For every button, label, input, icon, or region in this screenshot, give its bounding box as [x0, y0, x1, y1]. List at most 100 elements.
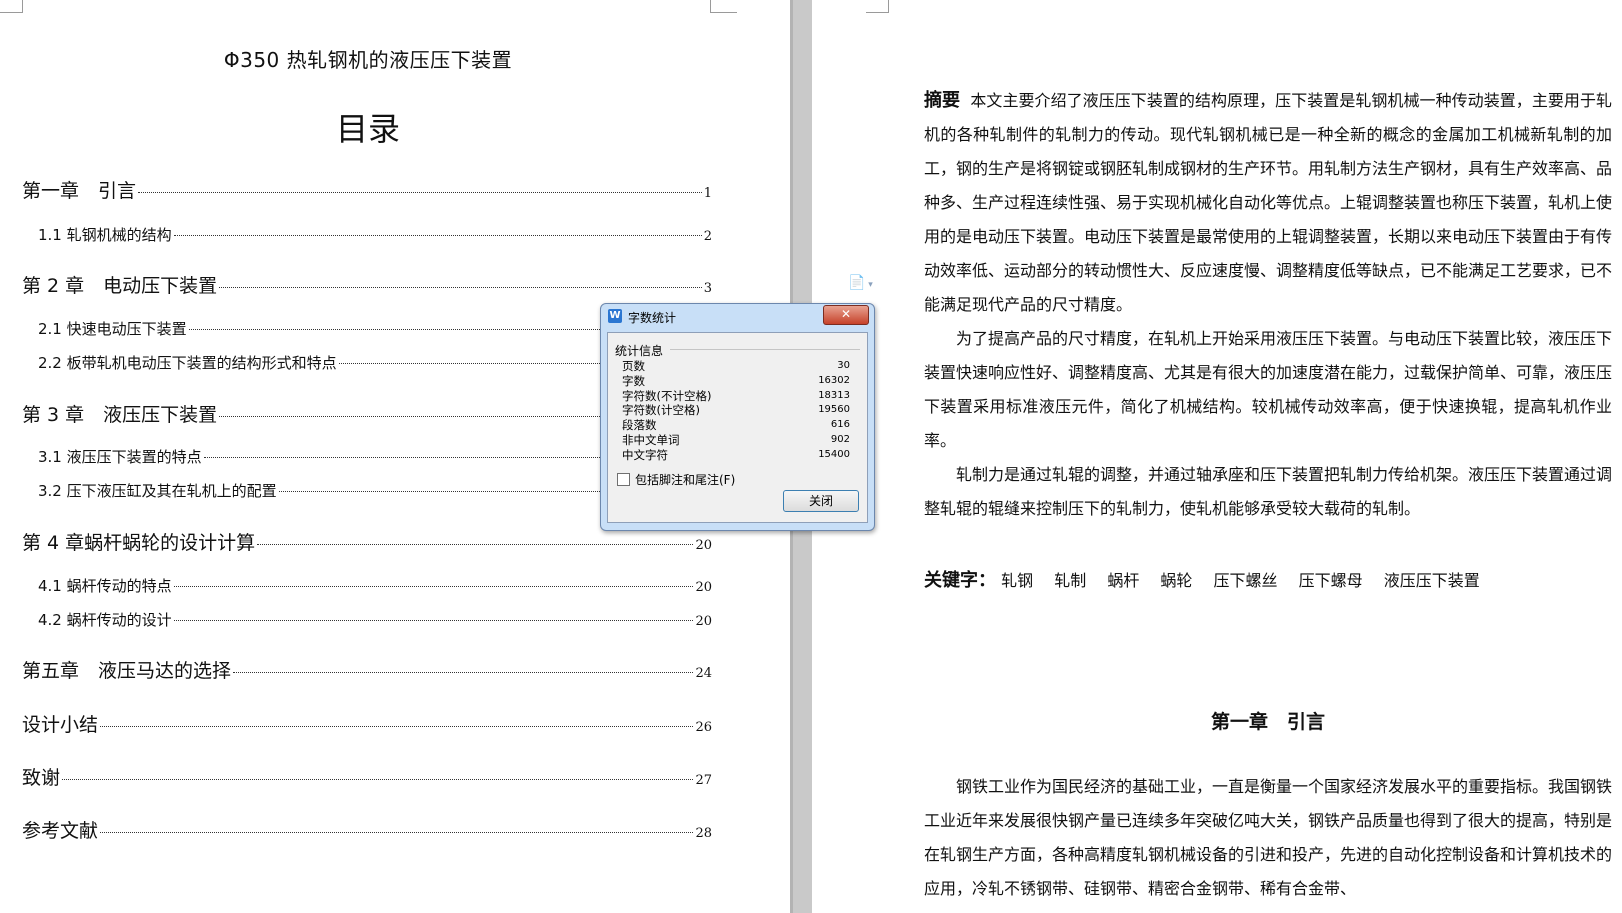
toc-entry-label: 3.2 压下液压缸及其在轧机上的配置	[38, 482, 277, 500]
keyword-term: 压下螺丝	[1213, 571, 1278, 590]
wps-writer-icon: W	[608, 309, 622, 323]
toc-entry[interactable]: 参考文献 28	[22, 816, 712, 843]
toc-entry-label: 第 2 章 电动压下装置	[22, 275, 218, 297]
toc-entry[interactable]: 1.1 轧钢机械的结构 2	[22, 224, 712, 245]
toc-entry[interactable]: 4.2 蜗杆传动的设计 20	[22, 609, 712, 630]
body-paragraph: 钢铁工业作为国民经济的基础工业，一直是衡量一个国家经济发展水平的重要指标。我国钢…	[924, 777, 1613, 898]
toc-leader	[138, 192, 702, 193]
stat-value: 30	[837, 360, 850, 371]
page-corner-mark	[0, 0, 23, 13]
stat-row: 字数 16302	[622, 374, 850, 389]
stats-list: 页数 30 字数 16302 字符数(不计空格) 18313 字符数(计空格) 1956…	[622, 359, 850, 463]
keyword-term: 液压压下装置	[1383, 571, 1480, 590]
toc-leader	[62, 779, 694, 780]
toc-page-number: 20	[695, 614, 712, 629]
stat-label: 段落数	[622, 418, 657, 433]
stat-row: 字符数(计空格) 19560	[622, 403, 850, 418]
stat-label: 非中文单词	[622, 432, 680, 447]
page-corner-mark	[866, 0, 889, 13]
abstract-text: 本文主要介绍了液压压下装置的结构原理，压下装置是轧钢机械一种传动装置，主要用于轧…	[924, 91, 1613, 314]
keywords-label: 关键字：	[924, 570, 996, 591]
toc-entry[interactable]: 致谢 27	[22, 763, 712, 790]
toc-entry-label: 设计小结	[22, 714, 99, 736]
toc-page-number: 20	[695, 538, 712, 553]
keyword-term: 蜗轮	[1160, 571, 1193, 590]
stat-value: 16302	[818, 374, 850, 386]
toc-page-number: 2	[703, 229, 712, 244]
stat-value: 616	[830, 419, 850, 431]
dialog-title: 字数统计	[628, 311, 677, 325]
toc-entry[interactable]: 设计小结 26	[22, 710, 712, 737]
stat-label: 字数	[622, 373, 645, 388]
toc-page-number: 1	[703, 186, 712, 201]
toc-leader	[173, 235, 702, 236]
word-count-dialog: W 字数统计 ✕ 统计信息 页数 30 字数 16302 字符数(不计空格) 1831…	[600, 303, 875, 531]
toc-leader	[173, 586, 694, 587]
page-corner-mark	[710, 0, 737, 13]
toc-entry-label: 第一章 引言	[22, 180, 137, 202]
toc-entry-label: 2.1 快速电动压下装置	[38, 320, 187, 338]
toc-entry-label: 4.1 蜗杆传动的特点	[38, 577, 172, 595]
toc-entry-label: 第五章 液压马达的选择	[22, 660, 232, 682]
toc-page-number: 28	[695, 826, 712, 841]
abstract-section: 摘要 本文主要介绍了液压压下装置的结构原理，压下装置是轧钢机械一种传动装置，主要…	[924, 84, 1612, 526]
toc-entry-label: 第 3 章 液压压下装置	[22, 404, 218, 426]
include-footnotes-checkbox[interactable]	[617, 473, 630, 486]
stat-row: 中文字符 15400	[622, 448, 850, 463]
stat-value: 19560	[818, 404, 850, 416]
keyword-term: 轧钢	[1001, 571, 1034, 590]
toc-entry[interactable]: 4.1 蜗杆传动的特点 20	[22, 575, 712, 596]
toc-leader	[257, 544, 694, 545]
toc-entry[interactable]: 第一章 引言 1	[22, 176, 712, 203]
toc-entry-label: 1.1 轧钢机械的结构	[38, 226, 172, 244]
dialog-close-x-button[interactable]: ✕	[823, 305, 869, 325]
toc-page-number: 20	[695, 580, 712, 595]
toc-page-number: 26	[695, 720, 712, 735]
stat-label: 字符数(不计空格)	[622, 388, 712, 403]
include-footnotes-option[interactable]: 包括脚注和尾注(F)	[617, 471, 735, 488]
stat-row: 页数 30	[622, 359, 850, 374]
toc-entry-label: 第 4 章蜗杆蜗轮的设计计算	[22, 532, 256, 554]
dialog-titlebar[interactable]: W 字数统计 ✕	[601, 304, 874, 328]
include-footnotes-label: 包括脚注和尾注(F)	[635, 473, 736, 487]
toc-entry[interactable]: 第五章 液压马达的选择 24	[22, 656, 712, 683]
abstract-paragraph: 为了提高产品的尺寸精度，在轧机上开始采用液压压下装置。与电动压下装置比较，液压压…	[924, 329, 1613, 450]
abstract-label: 摘要	[924, 90, 961, 111]
keyword-term: 轧制	[1054, 571, 1087, 590]
toc-page-number: 24	[695, 666, 712, 681]
group-divider	[670, 349, 860, 350]
document-title: Φ350 热轧钢机的液压压下装置	[223, 48, 513, 72]
stat-value: 18313	[818, 389, 850, 401]
toc-page-number: 3	[703, 281, 712, 296]
toc-entry-label: 3.1 液压压下装置的特点	[38, 448, 202, 466]
stat-label: 中文字符	[622, 447, 668, 462]
toc-entry-label: 参考文献	[22, 820, 99, 842]
close-button[interactable]: 关闭	[783, 490, 859, 512]
toc-page-number: 27	[695, 773, 712, 788]
stats-group-label: 统计信息	[615, 344, 664, 358]
chapter-heading: 第一章 引言	[1210, 711, 1325, 733]
keywords-line: 关键字： 轧钢 轧制 蜗杆 蜗轮 压下螺丝 压下螺母 液压压下装置	[924, 566, 1612, 592]
toc-entry-label: 4.2 蜗杆传动的设计	[38, 611, 172, 629]
abstract-paragraph: 摘要 本文主要介绍了液压压下装置的结构原理，压下装置是轧钢机械一种传动装置，主要…	[924, 84, 1612, 322]
document-icon[interactable]: 📄 ▾	[848, 275, 873, 291]
toc-entry-label: 致谢	[22, 767, 61, 789]
keyword-term: 压下螺母	[1298, 571, 1363, 590]
toc-leader	[233, 672, 694, 673]
toc-entry-label: 2.2 板带轧机电动压下装置的结构形式和特点	[38, 354, 337, 372]
stat-value: 15400	[818, 448, 850, 460]
stat-label: 页数	[622, 359, 645, 373]
toc-leader	[173, 620, 694, 621]
toc-leader	[100, 832, 694, 833]
stat-row: 非中文单词 902	[622, 433, 850, 448]
toc-heading: 目录	[335, 110, 400, 148]
stat-row: 段落数 616	[622, 418, 850, 433]
dialog-client-area: 统计信息 页数 30 字数 16302 字符数(不计空格) 18313 字符数(计空格…	[607, 332, 868, 523]
abstract-paragraph: 轧制力是通过轧辊的调整，并通过轴承座和压下装置把轧制力传给机架。液压压下装置通过…	[924, 465, 1613, 518]
toc-leader	[219, 287, 702, 288]
toc-entry[interactable]: 第 2 章 电动压下装置 3	[22, 271, 712, 298]
toc-entry[interactable]: 第 4 章蜗杆蜗轮的设计计算 20	[22, 528, 712, 555]
stat-value: 902	[830, 433, 850, 445]
stat-row: 字符数(不计空格) 18313	[622, 389, 850, 404]
toc-leader	[100, 726, 694, 727]
